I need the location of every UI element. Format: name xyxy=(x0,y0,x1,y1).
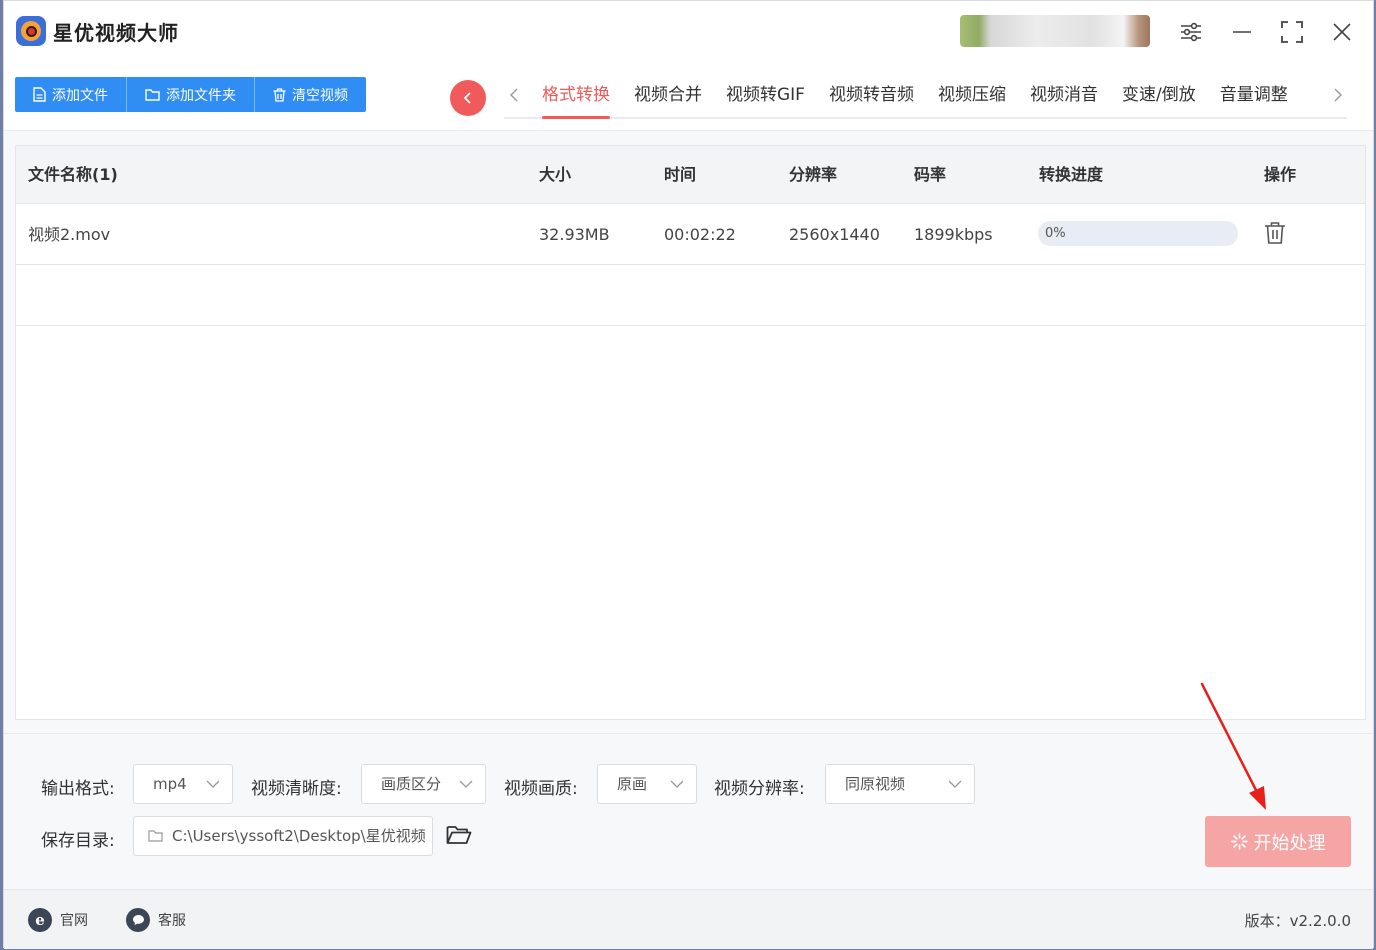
conversion-progress-bar: 0% xyxy=(1038,221,1238,246)
file-table: 文件名称(1) 大小 时间 分辨率 码率 转换进度 操作 视频2.mov 32.… xyxy=(15,145,1366,720)
app-logo-icon xyxy=(16,16,46,46)
app-title: 星优视频大师 xyxy=(53,21,179,45)
col-time: 时间 xyxy=(664,165,697,184)
folder-icon xyxy=(145,89,160,101)
clear-videos-button[interactable]: 清空视频 xyxy=(255,77,366,112)
clarity-value: 画质区分 xyxy=(381,775,442,793)
add-file-label: 添加文件 xyxy=(52,87,108,104)
save-dir-field[interactable]: C:\Users\yssoft2\Desktop\星优视频 xyxy=(133,816,433,856)
trash-icon xyxy=(273,87,286,102)
minimize-icon[interactable] xyxy=(1225,15,1259,49)
quality-label: 视频画质: xyxy=(504,779,578,799)
title-bar: 星优视频大师 xyxy=(4,1,1373,63)
chevron-down-icon xyxy=(670,780,684,788)
output-settings: 输出格式: mp4 视频清晰度: 画质区分 视频画质: 原画 视频分辨率: 同原… xyxy=(4,733,1373,889)
add-folder-label: 添加文件夹 xyxy=(166,87,236,104)
feature-tabs: 格式转换 视频合并 视频转GIF 视频转音频 视频压缩 视频消音 变速/倒放 音… xyxy=(504,77,1347,119)
maximize-icon[interactable] xyxy=(1275,15,1309,49)
delete-row-icon[interactable] xyxy=(1264,221,1288,247)
tab-video-to-audio[interactable]: 视频转音频 xyxy=(829,77,914,117)
tab-video-to-gif[interactable]: 视频转GIF xyxy=(726,77,805,117)
add-file-button[interactable]: 添加文件 xyxy=(15,77,127,112)
col-size: 大小 xyxy=(539,165,572,184)
output-format-value: mp4 xyxy=(153,775,187,793)
website-label: 官网 xyxy=(60,913,88,929)
resolution-select[interactable]: 同原视频 xyxy=(825,764,975,804)
file-icon xyxy=(33,87,46,102)
output-format-label: 输出格式: xyxy=(41,779,115,799)
toolbar: 添加文件 添加文件夹 清空视频 格式转换 视频合并 视频转GIF 视频转音频 视… xyxy=(4,63,1373,131)
chevron-left-icon xyxy=(463,92,471,104)
col-resolution: 分辨率 xyxy=(789,165,838,184)
output-format-select[interactable]: mp4 xyxy=(133,764,233,804)
quality-select[interactable]: 原画 xyxy=(597,764,697,804)
close-icon[interactable] xyxy=(1325,15,1359,49)
col-progress: 转换进度 xyxy=(1039,165,1104,184)
clarity-label: 视频清晰度: xyxy=(251,779,342,799)
tab-video-mute[interactable]: 视频消音 xyxy=(1030,77,1098,117)
folder-icon xyxy=(148,830,163,842)
chevron-down-icon xyxy=(459,780,473,788)
tab-speed-reverse[interactable]: 变速/倒放 xyxy=(1122,77,1196,117)
progress-text: 0% xyxy=(1045,226,1066,241)
tabs-next-icon[interactable] xyxy=(1330,85,1346,105)
collapse-button[interactable] xyxy=(450,80,486,116)
tabs-prev-icon[interactable] xyxy=(506,85,522,105)
support-label: 客服 xyxy=(158,913,186,929)
file-size-cell: 32.93MB xyxy=(539,225,610,244)
col-bitrate: 码率 xyxy=(914,165,947,184)
version-text: 版本：v2.2.0.0 xyxy=(1244,912,1351,930)
support-link[interactable]: 客服 xyxy=(126,908,186,932)
table-header: 文件名称(1) 大小 时间 分辨率 码率 转换进度 操作 xyxy=(16,146,1365,204)
file-button-group: 添加文件 添加文件夹 清空视频 xyxy=(15,77,366,112)
tab-video-compress[interactable]: 视频压缩 xyxy=(938,77,1006,117)
start-processing-button[interactable]: 开始处理 xyxy=(1205,816,1351,867)
tab-format-convert[interactable]: 格式转换 xyxy=(542,77,610,119)
loading-spinner-icon xyxy=(1230,833,1248,850)
file-resolution-cell: 2560x1440 xyxy=(789,225,880,244)
tab-volume-adjust[interactable]: 音量调整 xyxy=(1220,77,1288,117)
start-processing-label: 开始处理 xyxy=(1253,832,1326,854)
resolution-value: 同原视频 xyxy=(845,775,906,793)
save-dir-value: C:\Users\yssoft2\Desktop\星优视频 xyxy=(172,827,426,845)
file-duration-cell: 00:02:22 xyxy=(664,225,736,244)
clarity-select[interactable]: 画质区分 xyxy=(361,764,486,804)
tab-video-merge[interactable]: 视频合并 xyxy=(634,77,702,117)
add-folder-button[interactable]: 添加文件夹 xyxy=(127,77,255,112)
clear-videos-label: 清空视频 xyxy=(292,87,348,104)
user-avatar[interactable] xyxy=(960,15,1150,47)
app-window: 星优视频大师 添加文件 添加文件夹 清空视频 格式转换 视频合并 视频转GIF … xyxy=(3,0,1374,949)
chevron-down-icon xyxy=(206,780,220,788)
quality-value: 原画 xyxy=(617,775,648,793)
table-row[interactable]: 视频2.mov 32.93MB 00:02:22 2560x1440 1899k… xyxy=(16,204,1365,265)
col-file-name: 文件名称(1) xyxy=(28,165,118,184)
chevron-down-icon xyxy=(948,780,962,788)
footer: e 官网 客服 版本：v2.2.0.0 xyxy=(4,889,1373,949)
browser-icon: e xyxy=(28,908,52,932)
file-bitrate-cell: 1899kbps xyxy=(914,225,993,244)
empty-row xyxy=(16,265,1365,326)
open-folder-icon[interactable] xyxy=(446,824,472,850)
col-action: 操作 xyxy=(1264,165,1297,184)
settings-sliders-icon[interactable] xyxy=(1174,15,1208,49)
resolution-label: 视频分辨率: xyxy=(714,779,805,799)
website-link[interactable]: e 官网 xyxy=(28,908,88,932)
chat-bubble-icon xyxy=(126,908,150,932)
save-dir-label: 保存目录: xyxy=(41,831,115,851)
file-name-cell: 视频2.mov xyxy=(28,225,111,244)
